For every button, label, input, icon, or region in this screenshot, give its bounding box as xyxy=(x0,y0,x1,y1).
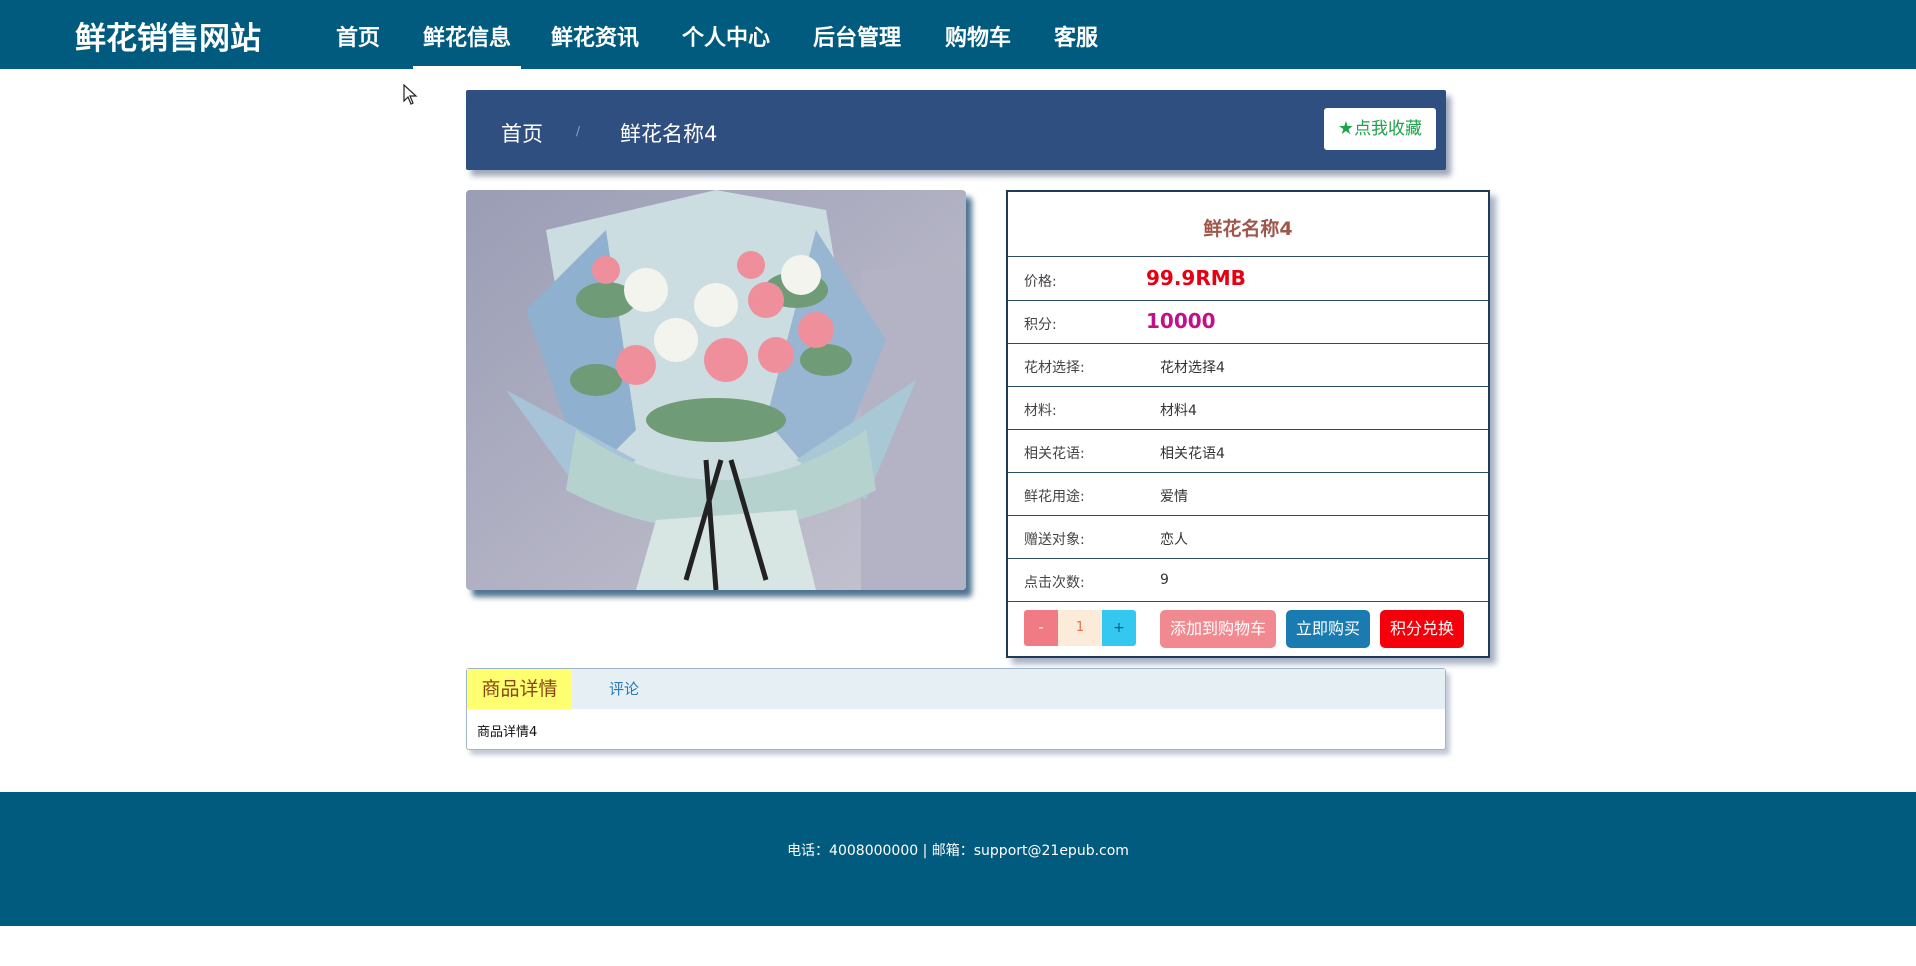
usage-value: 爱情 xyxy=(1160,489,1188,505)
flower-choice-row: 花材选择: 花材选择4 xyxy=(1008,343,1488,387)
tab-bar: 商品详情 评论 xyxy=(467,669,1445,709)
nav-flower-info[interactable]: 鲜花信息 xyxy=(423,20,511,52)
footer-contact: 电话：4008000000 | 邮箱：support@21epub.com xyxy=(787,843,1129,859)
mouse-cursor-icon xyxy=(403,84,418,105)
points-exchange-button[interactable]: 积分兑换 xyxy=(1380,610,1464,648)
flower-language-value: 相关花语4 xyxy=(1160,446,1225,462)
quantity-decrease-button[interactable]: - xyxy=(1024,610,1058,646)
recipient-row: 赠送对象: 恋人 xyxy=(1008,515,1488,559)
material-value: 材料4 xyxy=(1160,403,1197,419)
breadcrumb-separator: / xyxy=(576,124,581,138)
click-count-row: 点击次数: 9 xyxy=(1008,558,1488,602)
price-row: 价格: 99.9RMB xyxy=(1008,256,1488,301)
usage-label: 鲜花用途: xyxy=(1024,489,1085,505)
usage-row: 鲜花用途: 爱情 xyxy=(1008,472,1488,516)
recipient-value: 恋人 xyxy=(1160,532,1188,548)
flower-choice-value: 花材选择4 xyxy=(1160,360,1225,376)
breadcrumb: 首页 / 鲜花名称4 ★点我收藏 xyxy=(466,90,1446,170)
breadcrumb-home[interactable]: 首页 xyxy=(501,118,543,148)
nav-customer-service[interactable]: 客服 xyxy=(1054,20,1098,52)
flower-choice-label: 花材选择: xyxy=(1024,360,1085,376)
top-navbar: 鲜花销售网站 首页 鲜花信息 鲜花资讯 个人中心 后台管理 购物车 客服 xyxy=(0,0,1916,69)
material-label: 材料: xyxy=(1024,403,1057,419)
tab-product-details[interactable]: 商品详情 xyxy=(467,669,572,709)
nav-home[interactable]: 首页 xyxy=(336,20,380,52)
footer: 电话：4008000000 | 邮箱：support@21epub.com xyxy=(0,792,1916,926)
tab-content: 商品详情4 xyxy=(477,725,538,740)
product-info-panel: 鲜花名称4 价格: 99.9RMB 积分: 10000 花材选择: 花材选择4 … xyxy=(1006,190,1490,658)
add-to-cart-button[interactable]: 添加到购物车 xyxy=(1160,610,1276,648)
product-image xyxy=(466,190,966,590)
material-row: 材料: 材料4 xyxy=(1008,386,1488,430)
favorite-button[interactable]: ★点我收藏 xyxy=(1324,108,1436,150)
flower-language-label: 相关花语: xyxy=(1024,446,1085,462)
recipient-label: 赠送对象: xyxy=(1024,532,1085,548)
points-row: 积分: 10000 xyxy=(1008,300,1488,344)
star-icon: ★ xyxy=(1337,118,1355,139)
tab-comments[interactable]: 评论 xyxy=(609,669,639,709)
price-label: 价格: xyxy=(1024,274,1057,290)
buy-now-button[interactable]: 立即购买 xyxy=(1286,610,1370,648)
nav-cart[interactable]: 购物车 xyxy=(945,20,1011,52)
nav-admin[interactable]: 后台管理 xyxy=(813,20,901,52)
flower-bouquet-image xyxy=(466,190,966,590)
product-title: 鲜花名称4 xyxy=(1203,218,1293,240)
breadcrumb-current: 鲜花名称4 xyxy=(620,122,718,146)
click-count-value: 9 xyxy=(1160,572,1169,588)
favorite-label: 点我收藏 xyxy=(1354,119,1423,139)
click-count-label: 点击次数: xyxy=(1024,575,1085,591)
points-value: 10000 xyxy=(1146,309,1216,333)
quantity-input[interactable]: 1 xyxy=(1058,610,1102,646)
price-value: 99.9RMB xyxy=(1146,266,1246,290)
nav-personal-center[interactable]: 个人中心 xyxy=(682,20,770,52)
quantity-increase-button[interactable]: + xyxy=(1102,610,1136,646)
nav-flower-news[interactable]: 鲜花资讯 xyxy=(551,20,639,52)
points-label: 积分: xyxy=(1024,317,1057,333)
product-tabs: 商品详情 评论 商品详情4 xyxy=(466,668,1446,750)
site-brand[interactable]: 鲜花销售网站 xyxy=(75,13,261,58)
flower-language-row: 相关花语: 相关花语4 xyxy=(1008,429,1488,473)
active-nav-indicator xyxy=(413,66,521,69)
